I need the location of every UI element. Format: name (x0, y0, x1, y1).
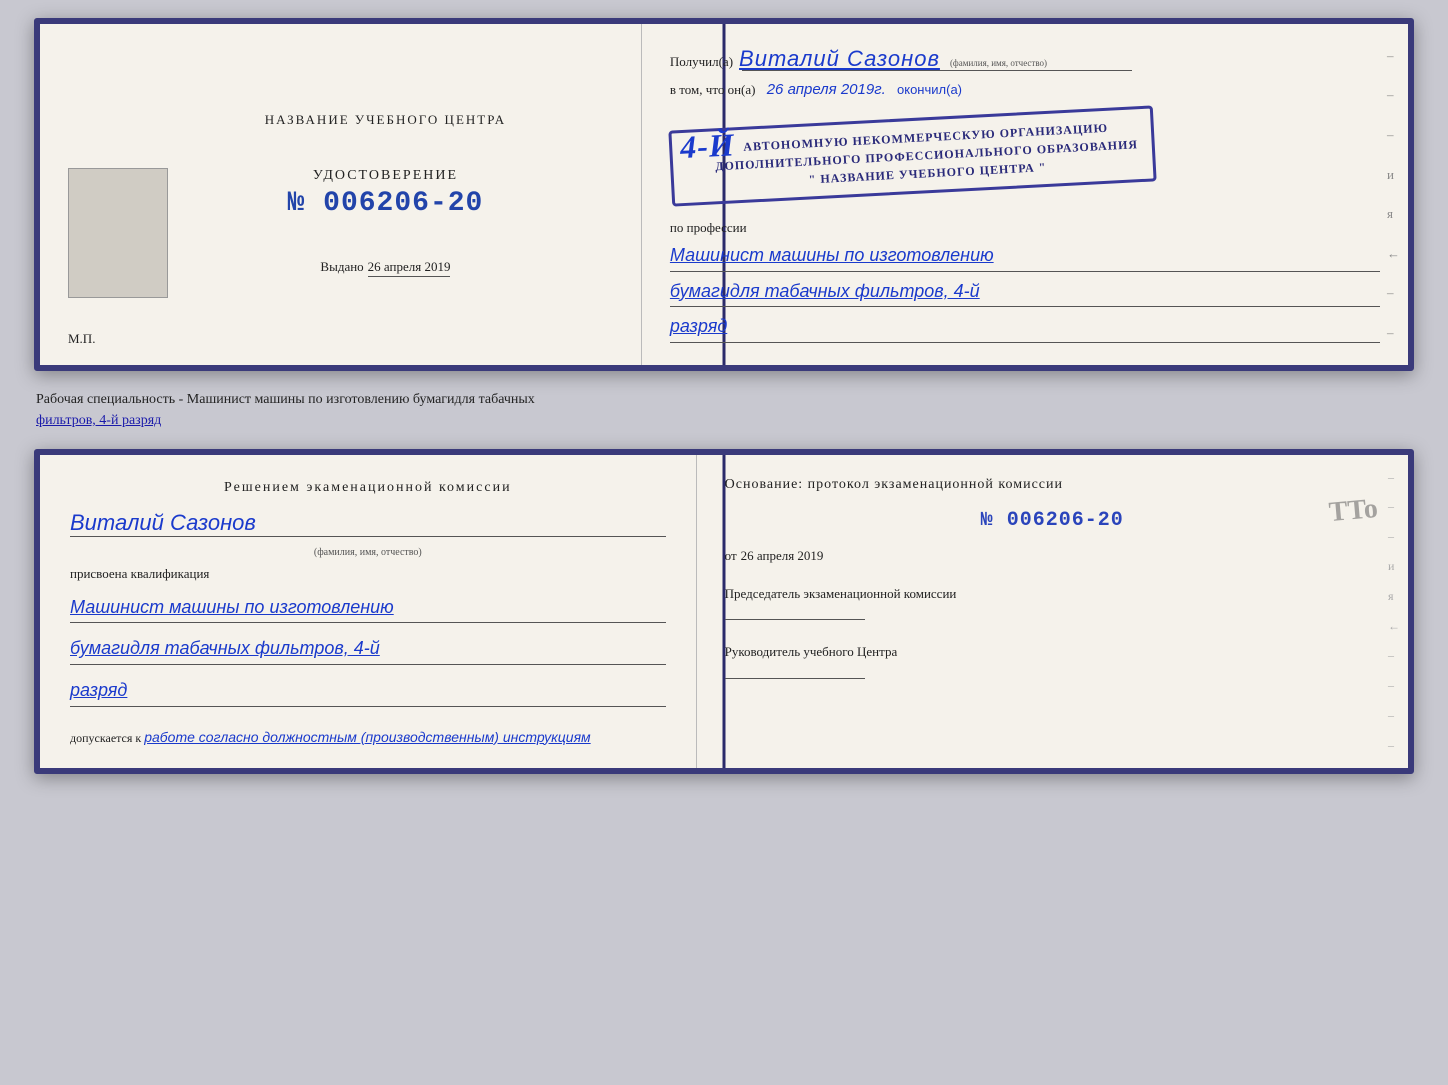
dash-10: – (1388, 738, 1400, 753)
head-sig-line (725, 678, 865, 679)
in-that-line: в том, что он(а) 26 апреля 2019г. окончи… (670, 81, 1380, 98)
profession-line2: бумагидля табачных фильтров, 4-й (670, 276, 1380, 308)
qual-line2: бумагидля табачных фильтров, 4-й (70, 633, 666, 665)
basis-date-line: от 26 апреля 2019 (725, 548, 1380, 564)
bottom-document: Решением экаменационной комиссии Виталий… (34, 449, 1414, 774)
allow-text-container: допускается к работе согласно должностны… (70, 729, 666, 746)
top-doc-left: НАЗВАНИЕ УЧЕБНОГО ЦЕНТРА УДОСТОВЕРЕНИЕ №… (40, 24, 642, 365)
stamp-container: 4-й АВТОНОМНУЮ НЕКОММЕРЧЕСКУЮ ОРГАНИЗАЦИ… (670, 110, 1380, 202)
dash-5: я (1388, 589, 1400, 604)
recipient-line: Получил(а) Виталий Сазонов (фамилия, имя… (670, 46, 1380, 72)
top-document: НАЗВАНИЕ УЧЕБНОГО ЦЕНТРА УДОСТОВЕРЕНИЕ №… (34, 18, 1414, 371)
middle-text-main: Рабочая специальность - Машинист машины … (36, 392, 535, 407)
basis-date: 26 апреля 2019 (741, 548, 824, 564)
bottom-name-meta: (фамилия, имя, отчество) (70, 547, 666, 558)
handwritten-date: 26 апреля 2019г. (767, 81, 886, 98)
in-that-prefix: в том, что он(а) (670, 82, 756, 97)
mp-label: М.П. (68, 331, 95, 347)
basis-label: Основание: протокол экзаменационной коми… (725, 477, 1380, 493)
center-title: НАЗВАНИЕ УЧЕБНОГО ЦЕНТРА (265, 112, 506, 128)
tto-mark: TTo (1328, 493, 1379, 529)
bottom-name: Виталий Сазонов (70, 510, 666, 537)
middle-underline-text: фильтров, 4-й разряд (36, 413, 161, 428)
cert-number: № 006206-20 (288, 188, 484, 219)
dash-6: ← (1388, 619, 1400, 634)
dash-8: – (1388, 678, 1400, 693)
issued-prefix: Выдано (320, 259, 363, 275)
allow-prefix: допускается к (70, 731, 141, 745)
qual-line3: разряд (70, 675, 666, 707)
dash-7: – (1388, 648, 1400, 663)
issued-line: Выдано 26 апреля 2019 (320, 259, 450, 277)
right-side-dashes: – – – и я ← – – – – (1388, 455, 1400, 768)
recipient-meta: (фамилия, имя, отчество) (950, 58, 1047, 68)
dash-9: – (1388, 708, 1400, 723)
bottom-doc-right: Основание: протокол экзаменационной коми… (697, 455, 1408, 768)
stamp-number: 4-й (679, 120, 736, 171)
dash-4: и (1388, 559, 1400, 574)
dash-1: – (1388, 470, 1400, 485)
stamp-box: 4-й АВТОНОМНУЮ НЕКОММЕРЧЕСКУЮ ОРГАНИЗАЦИ… (668, 105, 1157, 206)
recipient-prefix: Получил(а) (670, 54, 733, 70)
cert-label: УДОСТОВЕРЕНИЕ (313, 168, 458, 184)
bottom-doc-left: Решением экаменационной комиссии Виталий… (40, 455, 697, 768)
basis-number: № 006206-20 (725, 509, 1380, 532)
chairman-sig-line (725, 619, 865, 620)
dash-3: – (1388, 529, 1400, 544)
head-label: Руководитель учебного Центра (725, 642, 1380, 662)
qual-label: присвоена квалификация (70, 566, 666, 582)
middle-text: Рабочая специальность - Машинист машины … (34, 383, 1414, 437)
profession-line3: разряд (670, 311, 1380, 343)
recipient-name: Виталий Сазонов (739, 46, 940, 72)
issued-date: 26 апреля 2019 (368, 259, 451, 277)
dash-2: – (1388, 499, 1400, 514)
completed-label: окончил(а) (897, 82, 962, 97)
profession-line1: Машинист машины по изготовлению (670, 240, 1380, 272)
basis-date-prefix: от (725, 548, 737, 564)
top-doc-right: Получил(а) Виталий Сазонов (фамилия, имя… (642, 24, 1408, 365)
allow-text: работе согласно должностным (производств… (144, 729, 590, 745)
qual-line1: Машинист машины по изготовлению (70, 592, 666, 624)
bottom-section-title: Решением экаменационной комиссии (70, 477, 666, 498)
photo-placeholder (68, 168, 168, 298)
profession-label: по профессии (670, 220, 1380, 236)
chairman-label: Председатель экзаменационной комиссии (725, 584, 1380, 604)
side-dashes: –––ия←–– (1387, 24, 1400, 365)
